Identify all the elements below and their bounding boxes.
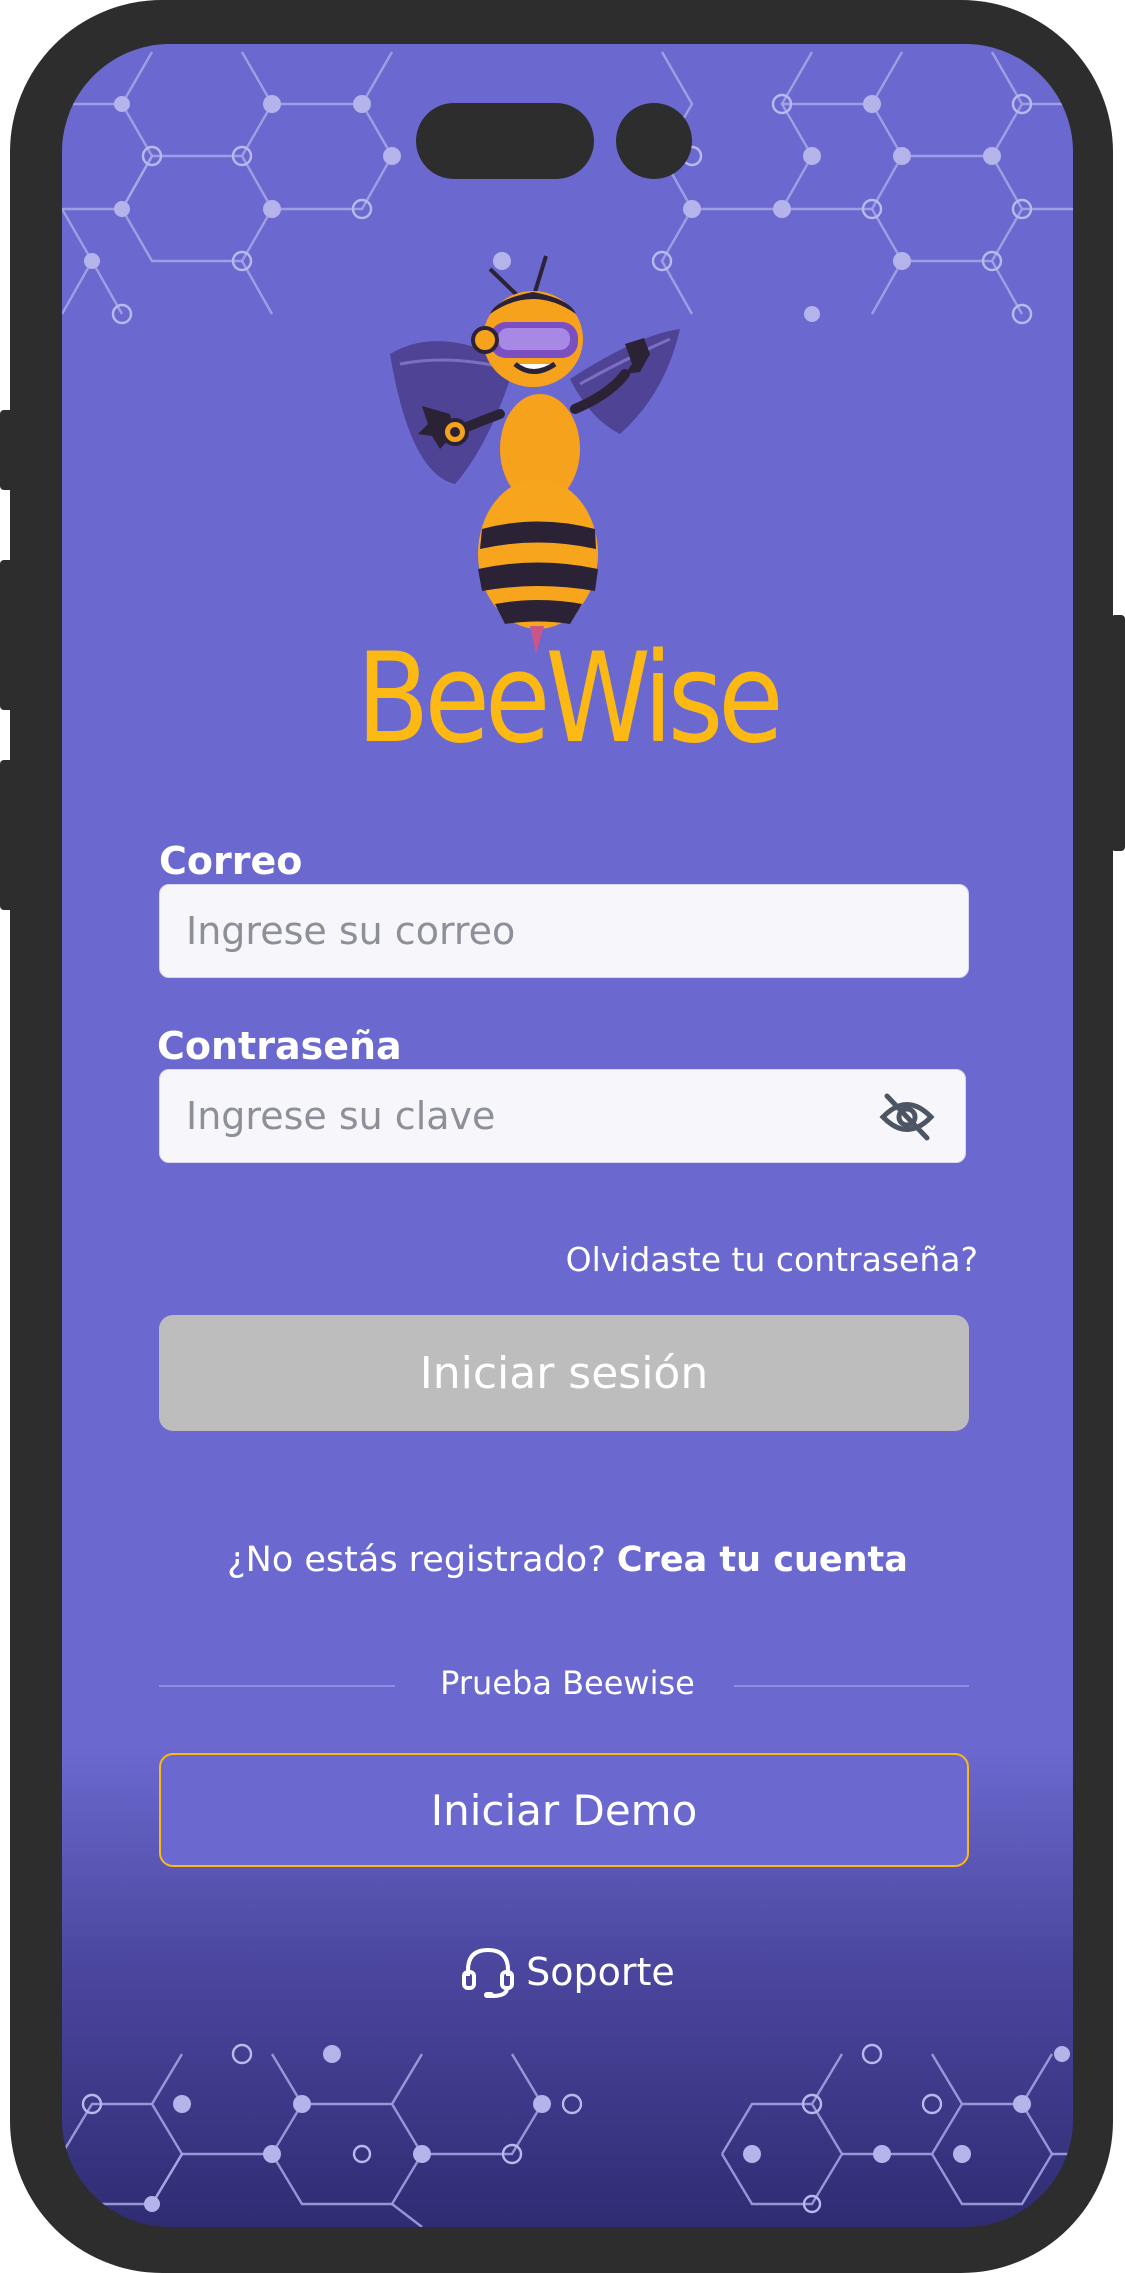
brand-logo-text: BeeWise [356,627,783,771]
register-prompt-text: ¿No estás registrado? [227,1540,606,1580]
screen: BeeWise Correo Contraseña Olvidaste tu c… [62,44,1073,2227]
support-link[interactable]: Soporte [62,1944,1073,2000]
dynamic-island [416,103,594,179]
bee-mascot-illustration [390,255,680,654]
email-input[interactable] [186,885,866,977]
support-label: Soporte [526,1950,675,1994]
forgot-password-link[interactable]: Olvidaste tu contraseña? [566,1240,978,1279]
email-field-container [159,884,969,978]
password-field-container [159,1069,966,1163]
eye-off-icon[interactable] [879,1092,935,1142]
password-label: Contraseña [157,1024,402,1068]
divider-line-right [734,1685,969,1687]
demo-divider-label: Prueba Beewise [440,1664,695,1702]
create-account-link[interactable]: Crea tu cuenta [617,1540,908,1580]
start-demo-button[interactable]: Iniciar Demo [159,1753,969,1867]
headset-icon [462,1947,515,1998]
login-button[interactable]: Iniciar sesión [159,1315,969,1431]
honeycomb-pattern-bottom [62,2043,1073,2227]
email-label: Correo [159,839,303,883]
power-button [1111,615,1125,851]
front-camera [616,103,692,179]
register-prompt: ¿No estás registrado? Crea tu cuenta [62,1540,1073,1580]
phone-frame: BeeWise Correo Contraseña Olvidaste tu c… [10,0,1113,2273]
password-input[interactable] [186,1070,866,1162]
